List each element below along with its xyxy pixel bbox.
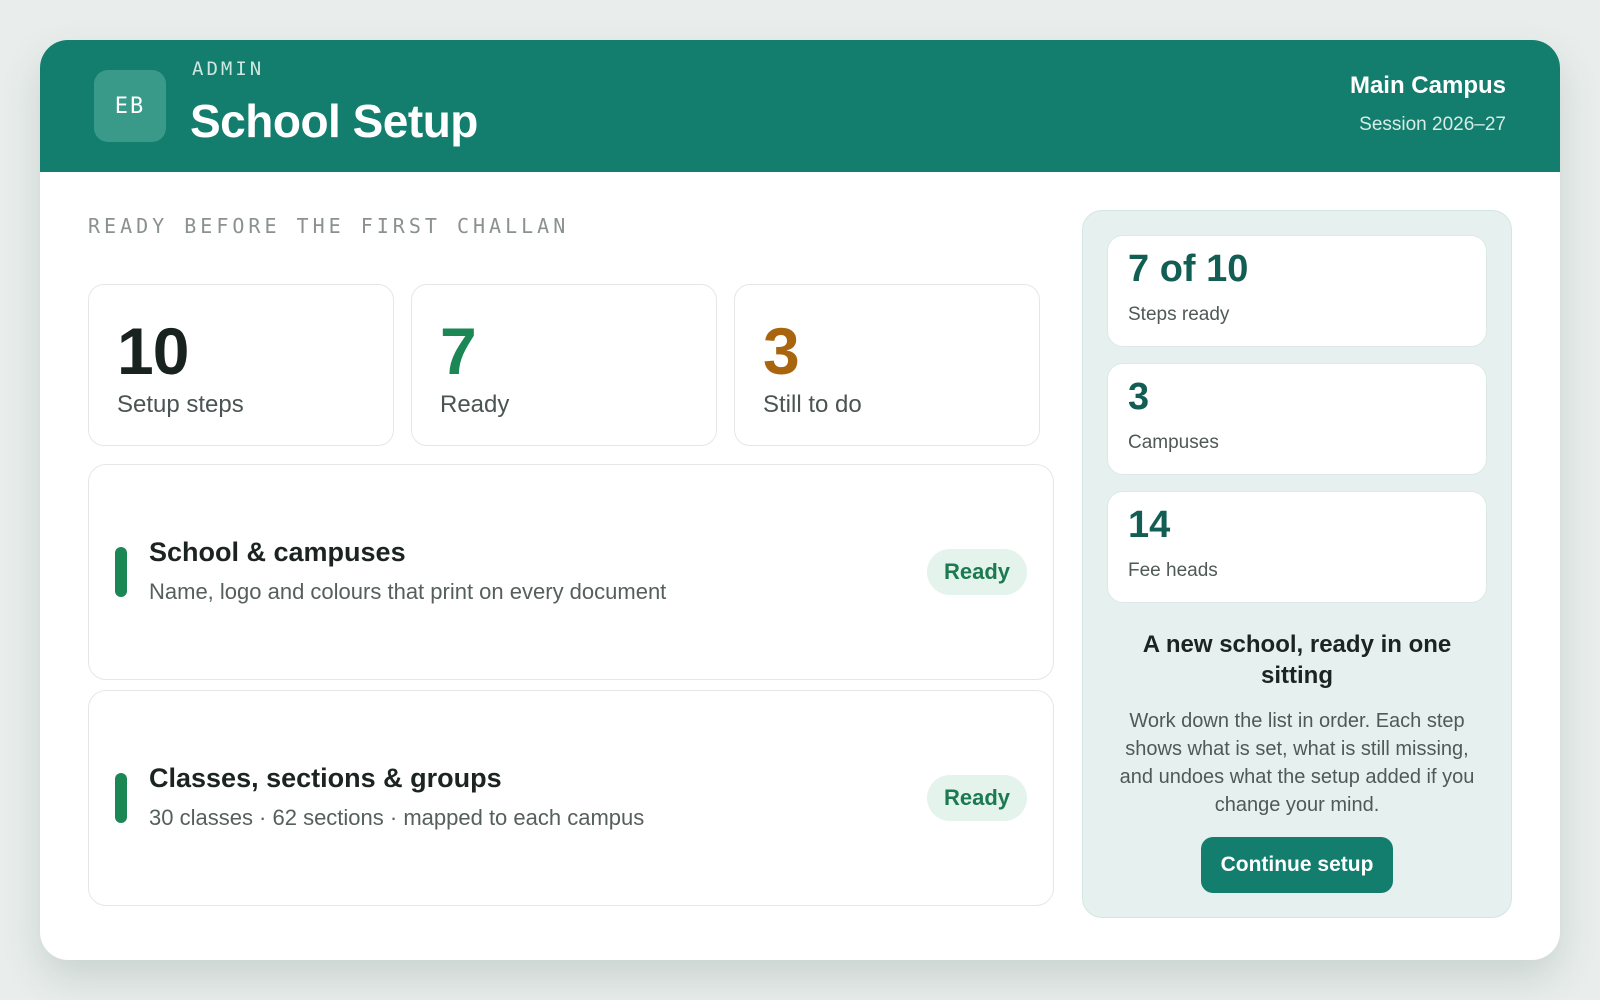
status-indicator	[115, 547, 127, 597]
campus-name[interactable]: Main Campus	[1350, 72, 1506, 100]
metric-value: 7 of 10	[1128, 248, 1249, 290]
continue-setup-button[interactable]: Continue setup	[1201, 837, 1393, 893]
setup-summary-panel: 7 of 10 Steps ready 3 Campuses 14 Fee he…	[1082, 210, 1512, 918]
session-label: Session 2026–27	[1359, 114, 1506, 135]
app-window: EB ADMIN School Setup Main Campus Sessio…	[40, 40, 1560, 960]
task-card-school-campuses[interactable]: School & campuses Name, logo and colours…	[88, 464, 1054, 680]
task-title: School & campuses	[149, 537, 406, 567]
metric-fee-heads: 14 Fee heads	[1107, 491, 1487, 603]
stat-value: 10	[117, 314, 189, 388]
status-badge: Ready	[927, 549, 1027, 595]
metric-steps-ready: 7 of 10 Steps ready	[1107, 235, 1487, 347]
metric-campuses: 3 Campuses	[1107, 363, 1487, 475]
metric-value: 3	[1128, 376, 1150, 418]
stat-value: 7	[440, 314, 477, 388]
task-description: Name, logo and colours that print on eve…	[149, 579, 667, 604]
page-title: School Setup	[190, 95, 478, 147]
stat-label: Ready	[440, 391, 510, 418]
panel-heading: A new school, ready in one sitting	[1142, 631, 1452, 689]
stat-label: Still to do	[763, 391, 862, 418]
avatar[interactable]: EB	[94, 70, 166, 142]
stat-card-still-to-do: 3 Still to do	[734, 284, 1040, 446]
task-title: Classes, sections & groups	[149, 763, 502, 793]
metric-value: 14	[1128, 504, 1171, 546]
status-indicator	[115, 773, 127, 823]
app-header: EB ADMIN School Setup Main Campus Sessio…	[40, 40, 1560, 172]
stat-value: 3	[763, 314, 800, 388]
stat-label: Setup steps	[117, 391, 244, 418]
stat-card-setup-steps: 10 Setup steps	[88, 284, 394, 446]
metric-label: Campuses	[1128, 432, 1219, 453]
section-label: READY BEFORE THE FIRST CHALLAN	[88, 214, 570, 238]
header-eyebrow: ADMIN	[192, 58, 265, 80]
status-badge: Ready	[927, 775, 1027, 821]
stat-card-ready: 7 Ready	[411, 284, 717, 446]
task-description: 30 classes · 62 sections · mapped to eac…	[149, 805, 645, 830]
metric-label: Steps ready	[1128, 304, 1230, 325]
task-card-classes-sections[interactable]: Classes, sections & groups 30 classes · …	[88, 690, 1054, 906]
metric-label: Fee heads	[1128, 560, 1218, 581]
panel-description: Work down the list in order. Each step s…	[1119, 710, 1475, 816]
